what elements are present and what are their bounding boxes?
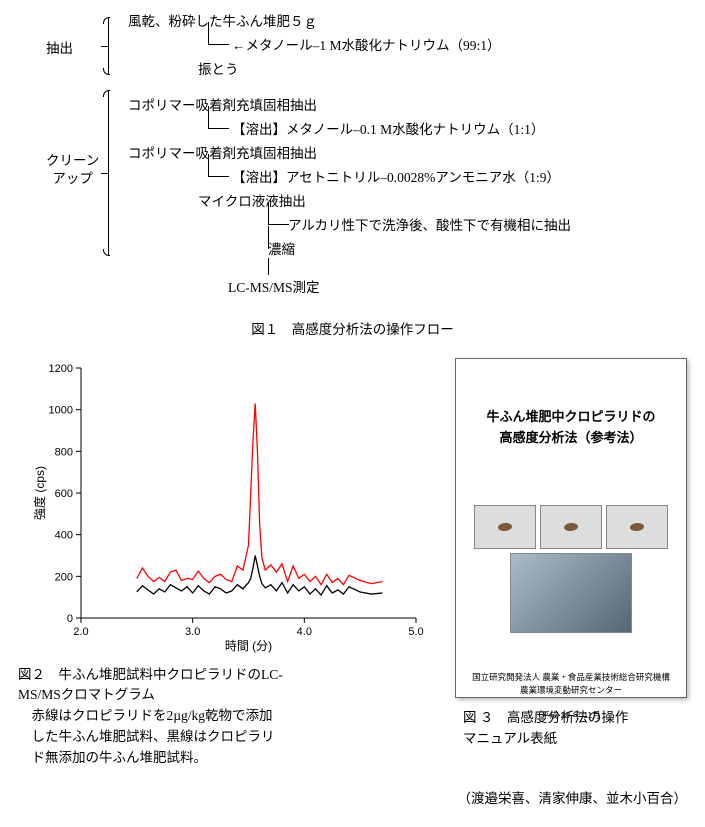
leaf-icon: [474, 505, 536, 549]
flow-note: ←メタノール–1 M水酸化ナトリウム（99:1）: [232, 36, 500, 56]
caption-line: 図２ 牛ふん堆肥試料中クロピラリドのLC-: [18, 667, 283, 682]
machine-photo-icon: [510, 553, 632, 633]
leaf-icon: [540, 505, 602, 549]
flow-step: マイクロ液液抽出: [198, 192, 306, 212]
cover-photo-row: [474, 505, 668, 549]
svg-text:時間 (分): 時間 (分): [225, 639, 272, 653]
svg-text:200: 200: [55, 572, 73, 584]
svg-text:0: 0: [67, 613, 73, 625]
figure2: 0 200 400 600 800 1000 1200 2.0 3.0 4.0 5.0 時間 (分) 強…: [18, 358, 443, 769]
connector-icon: [268, 202, 289, 225]
figure3-caption: 図 ３ 高感度分析法の操作 マニュアル表紙: [455, 708, 687, 749]
manual-cover: 牛ふん堆肥中クロピラリドの 高感度分析法（参考法） 国立研究開発法人 農業・食品…: [455, 358, 687, 698]
authors: （渡邉栄喜、清家伸康、並木小百合）: [18, 789, 687, 809]
cover-org: 国立研究開発法人 農業・食品産業技術総合研究機構: [472, 672, 670, 682]
cover-title-line: 牛ふん堆肥中クロピラリドの: [486, 409, 655, 424]
caption-line: 図 ３ 高感度分析法の操作: [463, 710, 628, 725]
svg-text:400: 400: [55, 530, 73, 542]
chromatogram-chart: 0 200 400 600 800 1000 1200 2.0 3.0 4.0 5.0 時間 (分) 強…: [26, 358, 426, 658]
svg-text:800: 800: [55, 447, 73, 459]
connector-icon: [268, 258, 269, 275]
cover-org: 農業環境変動研究センター: [520, 685, 622, 695]
caption-line: MS/MSクロマトグラム: [18, 687, 155, 702]
flow-note: 【溶出】アセトニトリル–0.0028%アンモニア水（1:9）: [232, 168, 560, 188]
operation-flow-diagram: 抽出 クリーン アップ 風乾、粉砕した牛ふん堆肥５ｇ ←メタノール–1 M水酸化…: [18, 12, 687, 302]
cover-title-line: 高感度分析法（参考法）: [499, 430, 642, 445]
svg-text:5.0: 5.0: [408, 626, 423, 638]
svg-text:3.0: 3.0: [185, 626, 200, 638]
svg-text:4.0: 4.0: [297, 626, 312, 638]
flow-note: 【溶出】メタノール–0.1 M水酸化ナトリウム（1:1）: [232, 120, 544, 140]
connector-icon: [208, 106, 229, 129]
figure3: 牛ふん堆肥中クロピラリドの 高感度分析法（参考法） 国立研究開発法人 農業・食品…: [455, 358, 687, 749]
svg-text:1200: 1200: [49, 363, 73, 375]
brace-icon: [108, 90, 110, 256]
figure-row: 0 200 400 600 800 1000 1200 2.0 3.0 4.0 5.0 時間 (分) 強…: [18, 358, 687, 769]
figure1-caption: 図１ 高感度分析法の操作フロー: [18, 320, 687, 340]
caption-line: マニュアル表紙: [463, 731, 557, 746]
svg-text:強度 (cps): 強度 (cps): [32, 466, 47, 520]
bracket-label-cleanup: クリーン アップ: [46, 152, 99, 187]
caption-line: 赤線はクロピラリドを2µg/kg乾物で添加: [18, 708, 273, 723]
flow-step: 濃縮: [268, 240, 295, 260]
svg-text:600: 600: [55, 488, 73, 500]
flow-step: LC-MS/MS測定: [228, 278, 320, 298]
caption-line: した牛ふん堆肥試料、黒線はクロピラリ: [18, 729, 275, 744]
svg-text:1000: 1000: [49, 405, 73, 417]
flow-step: 振とう: [198, 60, 239, 80]
connector-icon: [208, 154, 229, 177]
bracket-label-extraction: 抽出: [46, 40, 73, 58]
svg-text:2.0: 2.0: [73, 626, 88, 638]
leaf-icon: [606, 505, 668, 549]
brace-icon: [108, 17, 110, 75]
flow-note: アルカリ性下で洗浄後、酸性下で有機相に抽出: [288, 216, 571, 236]
figure2-caption: 図２ 牛ふん堆肥試料中クロピラリドのLC- MS/MSクロマトグラム 赤線はクロ…: [18, 665, 443, 770]
caption-line: ド無添加の牛ふん堆肥試料。: [18, 750, 207, 765]
connector-icon: [208, 22, 229, 45]
